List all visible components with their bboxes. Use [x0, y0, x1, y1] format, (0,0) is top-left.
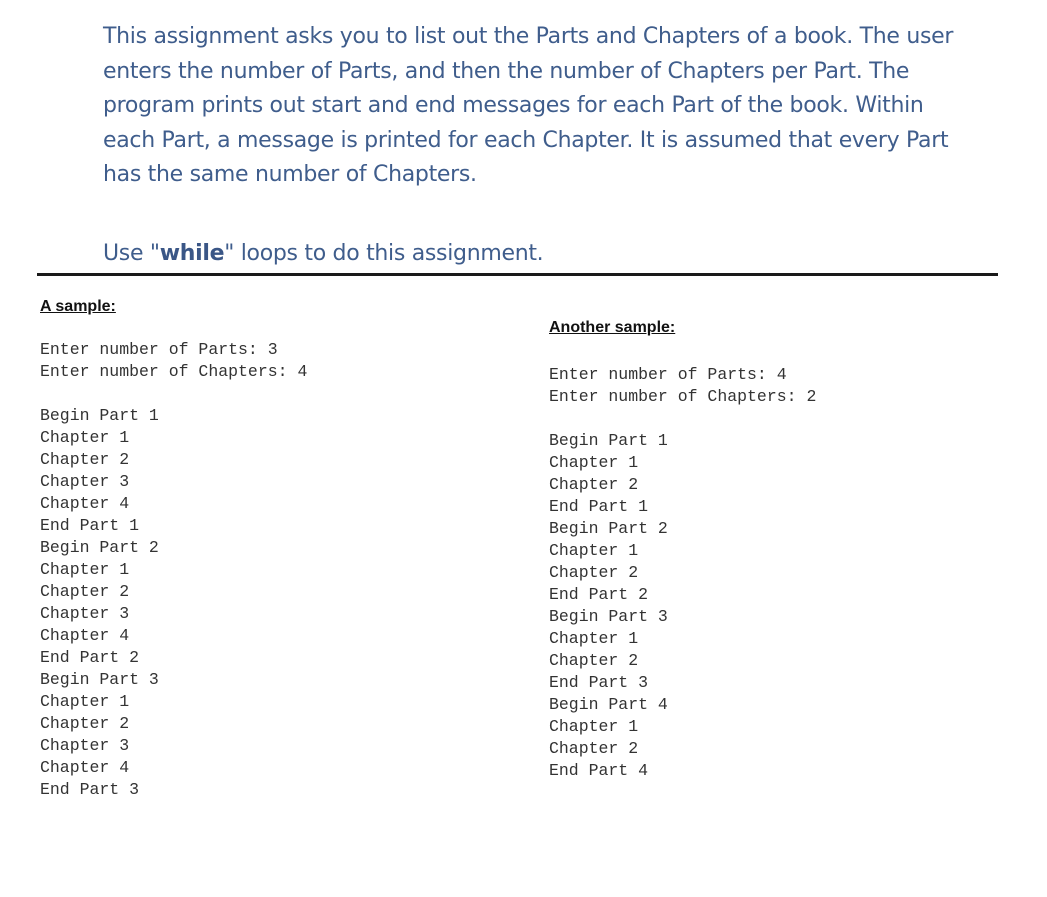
- console-line: Enter number of Parts: 4: [549, 365, 787, 384]
- console-line: End Part 2: [549, 585, 649, 604]
- sample-output: Begin Part 1 Chapter 1 Chapter 2 Chapter 3 C…: [40, 405, 159, 801]
- console-line: End Part 2: [40, 648, 140, 667]
- description-line: This assignment asks you to list out the…: [103, 24, 954, 49]
- console-line: Begin Part 2: [549, 519, 668, 538]
- console-line: Chapter 1: [549, 541, 639, 560]
- console-line: Chapter 1: [549, 453, 639, 472]
- console-line: Chapter 3: [40, 472, 130, 491]
- console-line: Chapter 1: [40, 428, 130, 447]
- console-line: Begin Part 1: [40, 406, 159, 425]
- console-line: Chapter 2: [40, 582, 130, 601]
- description-line: program prints out start and end message…: [103, 93, 924, 118]
- console-line: End Part 4: [549, 761, 649, 780]
- description-line: each Part, a message is printed for each…: [103, 127, 949, 153]
- console-line: Chapter 4: [40, 758, 130, 777]
- console-line: Chapter 3: [40, 604, 130, 623]
- console-line: Chapter 2: [40, 450, 130, 469]
- console-line: Begin Part 2: [40, 538, 159, 557]
- another-sample-output: Begin Part 1 Chapter 1 Chapter 2 End Part 1…: [549, 430, 668, 782]
- sample-inputs: Enter number of Parts: 3 Enter number of …: [40, 339, 307, 383]
- console-line: Chapter 2: [549, 563, 639, 582]
- console-line: Begin Part 1: [549, 431, 668, 450]
- instruction-prefix: Use ": [103, 241, 160, 266]
- description-line: has the same number of Chapters.: [103, 162, 477, 187]
- console-line: End Part 1: [40, 516, 140, 535]
- console-line: End Part 3: [40, 780, 140, 799]
- console-line: Chapter 1: [40, 560, 130, 579]
- console-line: Enter number of Chapters: 4: [40, 362, 308, 381]
- console-line: Chapter 4: [40, 626, 130, 645]
- instruction-keyword: while: [159, 241, 225, 266]
- console-line: End Part 3: [549, 673, 649, 692]
- loop-instruction: Use "while" loops to do this assignment.: [103, 237, 544, 271]
- console-line: Chapter 2: [549, 651, 639, 670]
- console-line: Begin Part 4: [549, 695, 668, 714]
- console-line: Enter number of Chapters: 2: [549, 387, 817, 406]
- console-line: Chapter 2: [549, 475, 639, 494]
- console-line: Chapter 1: [549, 717, 639, 736]
- console-line: Chapter 1: [40, 692, 130, 711]
- assignment-description: This assignment asks you to list out the…: [103, 20, 1003, 193]
- console-line: Chapter 2: [40, 714, 130, 733]
- another-sample-heading: Another sample:: [549, 319, 676, 336]
- console-line: Chapter 1: [549, 629, 639, 648]
- console-line: Begin Part 3: [40, 670, 159, 689]
- console-line: Chapter 3: [40, 736, 130, 755]
- sample-heading: A sample:: [40, 298, 116, 315]
- section-divider: [37, 273, 998, 276]
- console-line: Enter number of Parts: 3: [40, 340, 278, 359]
- console-line: End Part 1: [549, 497, 649, 516]
- instruction-suffix: " loops to do this assignment.: [224, 241, 544, 266]
- console-line: Chapter 2: [549, 739, 639, 758]
- console-line: Begin Part 3: [549, 607, 668, 626]
- another-sample-inputs: Enter number of Parts: 4 Enter number of …: [549, 364, 816, 408]
- description-line: enters the number of Parts, and then the…: [103, 58, 910, 84]
- console-line: Chapter 4: [40, 494, 130, 513]
